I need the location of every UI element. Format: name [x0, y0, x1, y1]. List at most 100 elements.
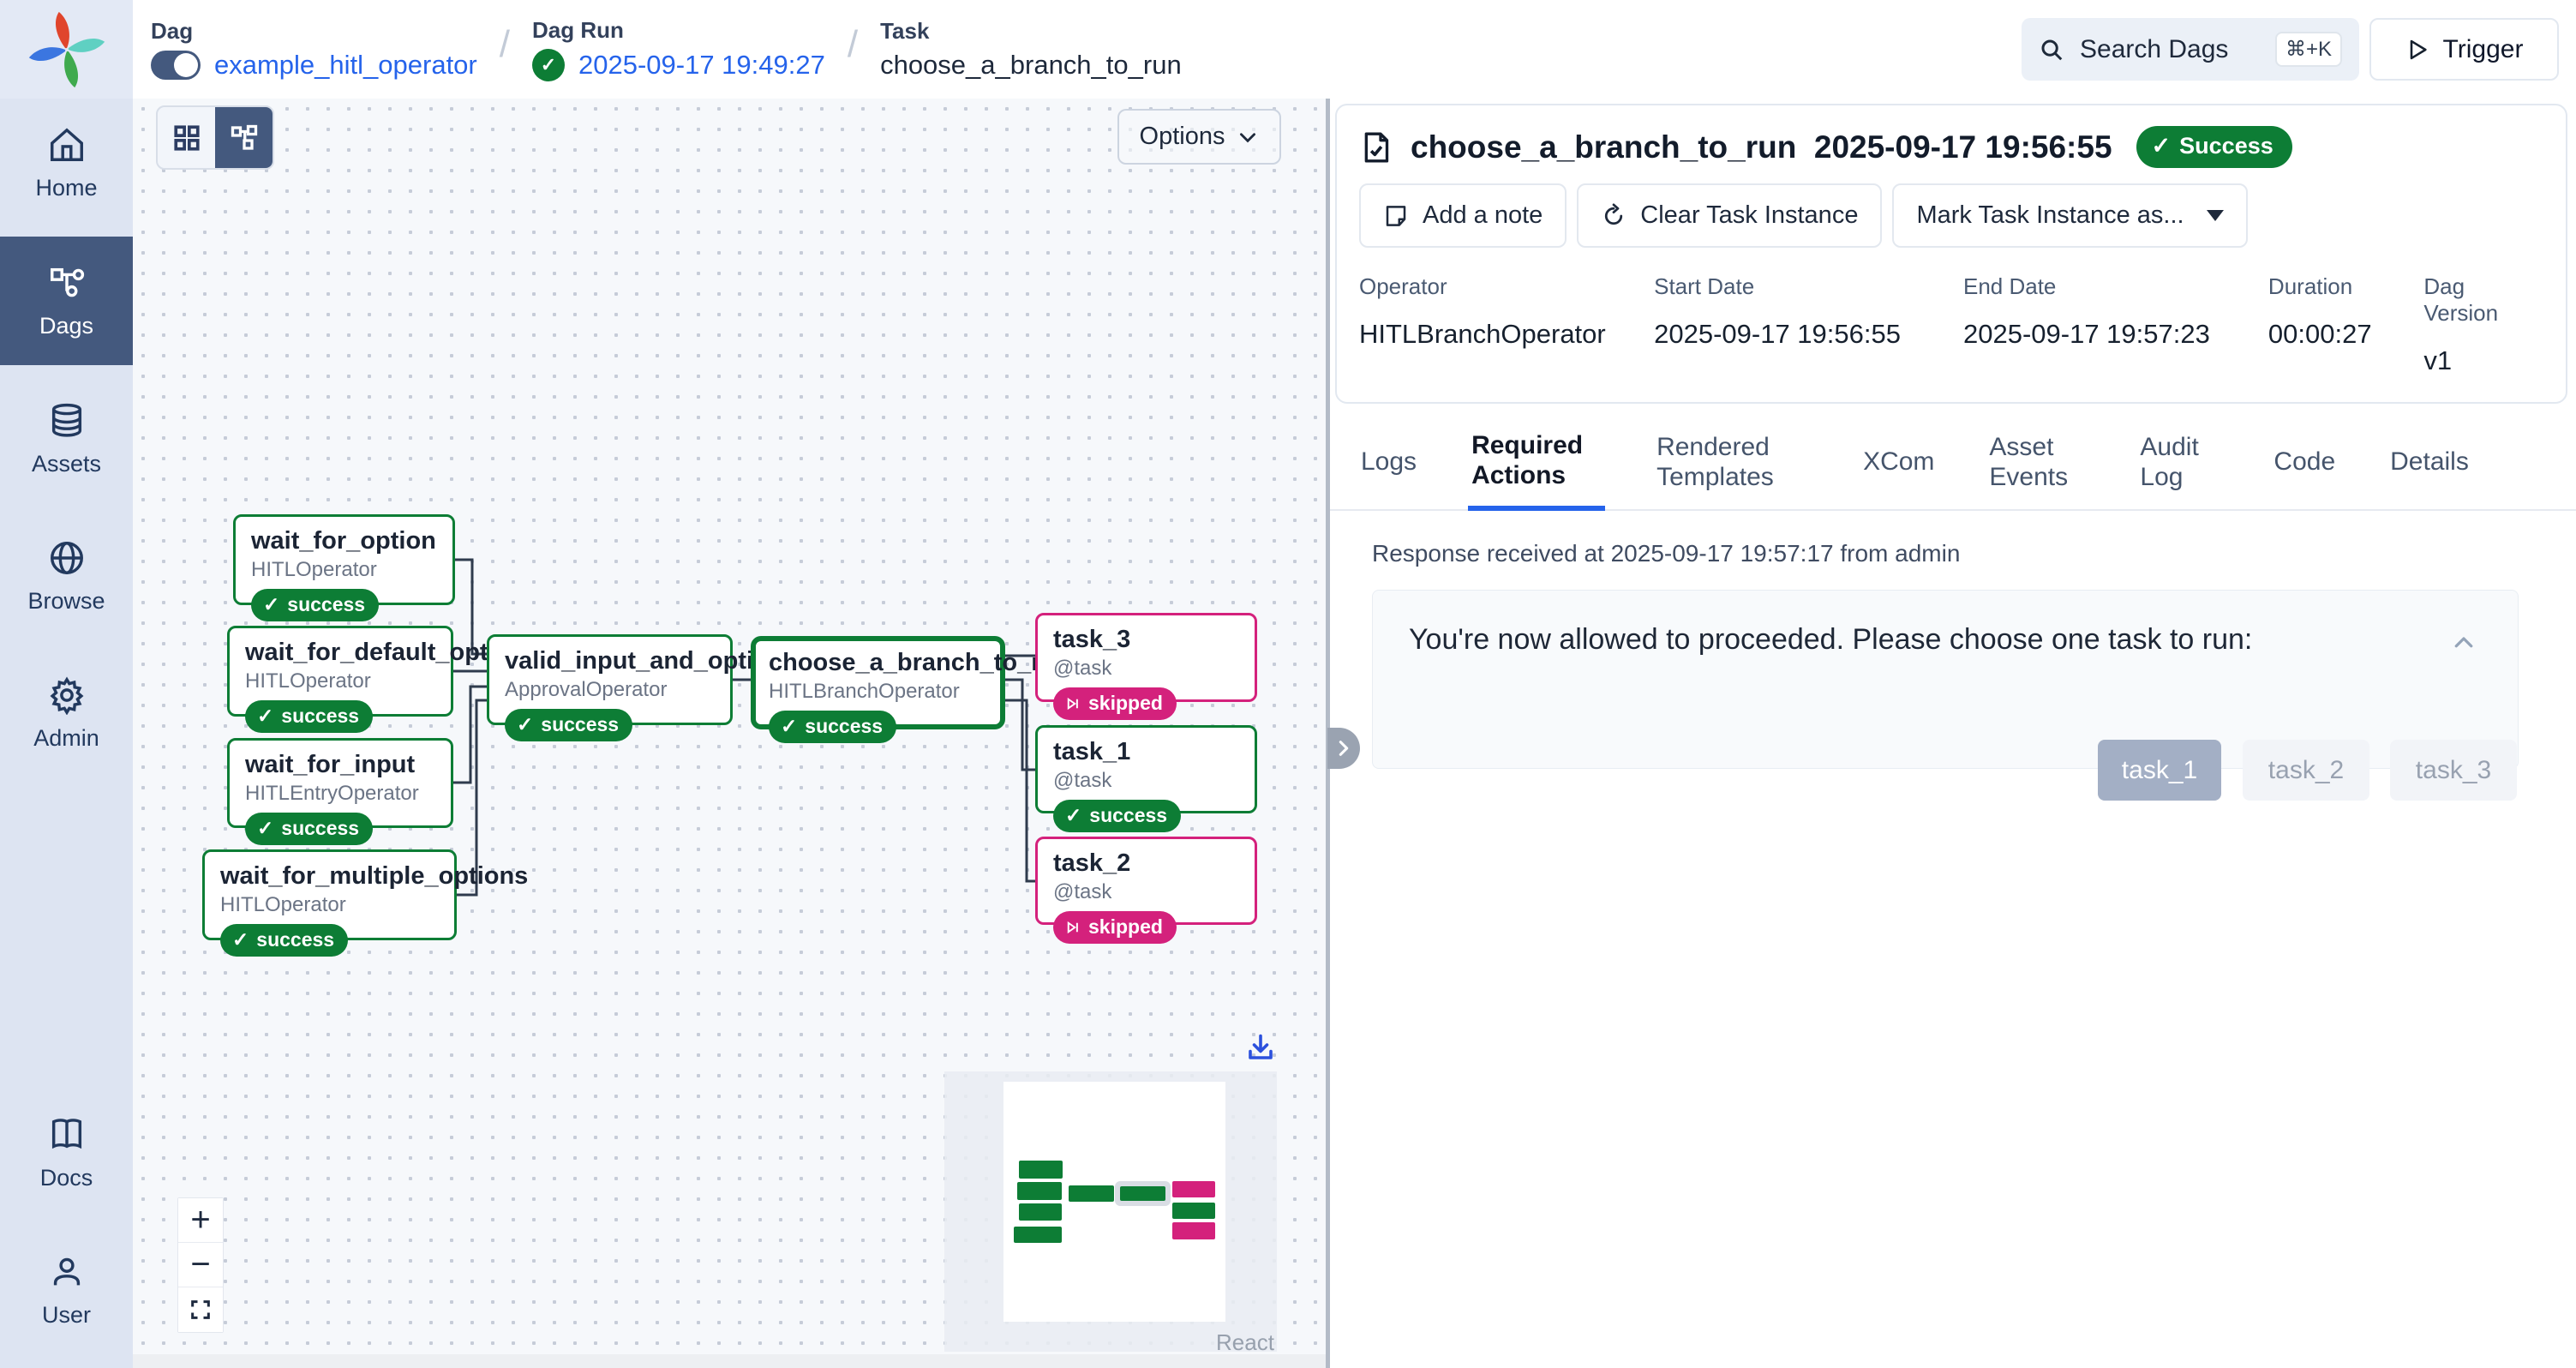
task-doc-icon	[1359, 130, 1393, 165]
tab-details[interactable]: Details	[2387, 435, 2472, 493]
graph-node-valid_input_and_options[interactable]: valid_input_and_options ApprovalOperator…	[487, 634, 733, 725]
graph-node-task_3[interactable]: task_3 @task skipped	[1035, 613, 1257, 702]
download-graph-button[interactable]	[1245, 1032, 1276, 1067]
tab-code[interactable]: Code	[2270, 435, 2339, 493]
breadcrumb-dag: Dag example_hitl_operator	[151, 18, 477, 81]
graph-node-wait_for_option[interactable]: wait_for_option HITLOperator ✓success	[233, 514, 455, 605]
state-badge-success: ✓success	[505, 709, 632, 741]
minimap-node-selected	[1120, 1186, 1165, 1201]
dag-pause-toggle[interactable]	[151, 51, 201, 80]
graph-node-wait_for_default_option[interactable]: wait_for_default_option HITLOperator ✓su…	[227, 626, 453, 717]
tab-audit-log[interactable]: Audit Log	[2136, 421, 2222, 507]
graph-minimap[interactable]	[944, 1071, 1277, 1352]
graph-node-choose_a_branch_to_run-selected[interactable]: choose_a_branch_to_run HITLBranchOperato…	[751, 636, 1005, 729]
dag-graph-panel: Options wait_for_option HITLOperator ✓su…	[133, 99, 1326, 1368]
top-bar: Dag example_hitl_operator / Dag Run ✓ 20…	[133, 0, 2576, 99]
chevron-right-icon	[1334, 737, 1353, 759]
airflow-pinwheel-icon	[27, 10, 106, 89]
breadcrumb-separator: /	[500, 23, 510, 66]
sidebar-item-admin[interactable]: Admin	[0, 649, 133, 777]
choice-task_2[interactable]: task_2	[2243, 740, 2369, 801]
clear-task-instance-button[interactable]: Clear Task Instance	[1577, 183, 1882, 248]
breadcrumb-task: Task choose_a_branch_to_run	[880, 18, 1182, 81]
task-value: choose_a_branch_to_run	[880, 50, 1182, 81]
airflow-logo[interactable]	[0, 0, 133, 99]
grid-view-button[interactable]	[158, 107, 215, 168]
minimap-node	[1019, 1203, 1062, 1221]
zoom-out-button[interactable]: −	[178, 1243, 223, 1287]
state-badge-success: ✓success	[251, 589, 379, 621]
play-icon	[2405, 38, 2429, 62]
search-dags-box[interactable]: Search Dags ⌘+K	[2022, 18, 2359, 81]
note-icon	[1383, 203, 1409, 229]
state-badge-success: ✓success	[245, 813, 373, 845]
task-instance-panel: choose_a_branch_to_run 2025-09-17 19:56:…	[1330, 99, 2576, 1368]
sidebar-item-dags[interactable]: Dags	[0, 237, 133, 365]
sidebar: Home Dags Assets Browse Admin Docs User	[0, 0, 133, 1368]
task-instance-card: choose_a_branch_to_run 2025-09-17 19:56:…	[1335, 104, 2567, 404]
state-badge-success: ✓success	[1053, 800, 1181, 832]
state-badge-skipped: skipped	[1053, 911, 1177, 944]
minimap-node	[1172, 1222, 1215, 1239]
caret-down-icon	[2207, 210, 2224, 221]
state-badge-success: ✓success	[245, 700, 373, 733]
docs-icon	[47, 1115, 87, 1155]
graph-view-button[interactable]	[215, 107, 273, 168]
tab-rendered-templates[interactable]: Rendered Templates	[1653, 421, 1812, 507]
collapse-prompt-button[interactable]	[2451, 630, 2477, 660]
dag-label: Dag	[151, 18, 477, 45]
dag-link[interactable]: example_hitl_operator	[214, 50, 477, 81]
task-meta: Operator HITLBranchOperator Start Date 2…	[1359, 273, 2543, 376]
minimap-viewport	[1003, 1082, 1225, 1322]
tab-xcom[interactable]: XCom	[1860, 435, 1938, 493]
fit-view-button[interactable]	[178, 1287, 223, 1332]
search-shortcut-badge: ⌘+K	[2275, 32, 2342, 67]
chevron-up-icon	[2451, 630, 2477, 656]
graph-node-wait_for_input[interactable]: wait_for_input HITLEntryOperator ✓succes…	[227, 738, 453, 828]
admin-gear-icon	[47, 675, 87, 715]
zoom-controls: + −	[177, 1197, 224, 1333]
dag-run-success-icon: ✓	[532, 49, 565, 81]
zoom-in-button[interactable]: +	[178, 1198, 223, 1243]
trigger-button[interactable]: Trigger	[2369, 18, 2559, 81]
sidebar-item-user[interactable]: User	[0, 1226, 133, 1354]
download-icon	[1245, 1032, 1276, 1063]
state-badge-skipped: skipped	[1053, 687, 1177, 720]
minimap-node	[1014, 1227, 1062, 1243]
graph-node-wait_for_multiple_options[interactable]: wait_for_multiple_options HITLOperator ✓…	[202, 849, 457, 940]
state-badge-success: ✓success	[769, 711, 896, 743]
task-label: Task	[880, 18, 1182, 45]
status-badge: ✓Success	[2136, 126, 2292, 168]
state-badge-success: ✓success	[220, 924, 348, 957]
graph-node-task_2[interactable]: task_2 @task skipped	[1035, 837, 1257, 925]
add-note-button[interactable]: Add a note	[1359, 183, 1567, 248]
fullscreen-icon	[189, 1298, 213, 1322]
view-mode-switcher	[156, 105, 274, 170]
sidebar-item-assets[interactable]: Assets	[0, 375, 133, 503]
response-received-text: Response received at 2025-09-17 19:57:17…	[1372, 540, 2576, 567]
graph-options-button[interactable]: Options	[1117, 109, 1281, 165]
choice-task_3[interactable]: task_3	[2390, 740, 2517, 801]
user-icon	[47, 1252, 87, 1292]
chevron-down-icon	[1237, 126, 1259, 148]
home-icon	[47, 125, 87, 165]
tab-required-actions[interactable]: Required Actions	[1468, 419, 1605, 511]
tab-asset-events[interactable]: Asset Events	[1986, 421, 2088, 507]
sidebar-item-home[interactable]: Home	[0, 99, 133, 227]
sidebar-item-docs[interactable]: Docs	[0, 1089, 133, 1217]
mark-task-instance-as-dropdown[interactable]: Mark Task Instance as...	[1892, 183, 2247, 248]
search-icon	[2039, 37, 2064, 63]
sidebar-item-browse[interactable]: Browse	[0, 512, 133, 640]
horizontal-scrollbar[interactable]	[133, 1354, 1326, 1368]
skip-icon	[1065, 920, 1081, 935]
airflow-app: Home Dags Assets Browse Admin Docs User	[0, 0, 2576, 1368]
task-instance-title: choose_a_branch_to_run 2025-09-17 19:56:…	[1411, 129, 2112, 165]
search-placeholder: Search Dags	[2080, 35, 2228, 64]
dag-run-link[interactable]: 2025-09-17 19:49:27	[578, 50, 825, 81]
choice-task_1[interactable]: task_1	[2098, 740, 2221, 801]
graph-node-task_1[interactable]: task_1 @task ✓success	[1035, 725, 1257, 813]
detail-tabs: Logs Required Actions Rendered Templates…	[1330, 419, 2576, 511]
tab-logs[interactable]: Logs	[1357, 435, 1420, 493]
minimap-node	[1172, 1181, 1215, 1197]
breadcrumb-separator: /	[848, 23, 858, 66]
